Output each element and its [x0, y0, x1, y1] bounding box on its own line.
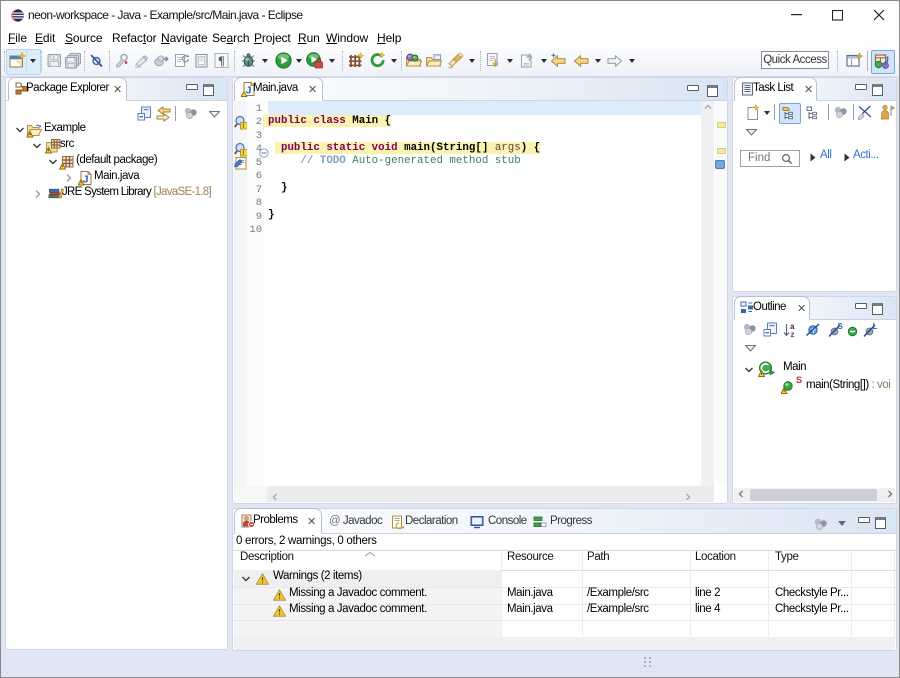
svg-text:J: J: [246, 85, 252, 97]
svg-text:¶: ¶: [218, 54, 225, 68]
svg-text:L: L: [873, 322, 878, 331]
svg-text:S: S: [838, 322, 844, 331]
svg-text:!: !: [242, 123, 244, 130]
svg-text:z: z: [791, 330, 795, 338]
